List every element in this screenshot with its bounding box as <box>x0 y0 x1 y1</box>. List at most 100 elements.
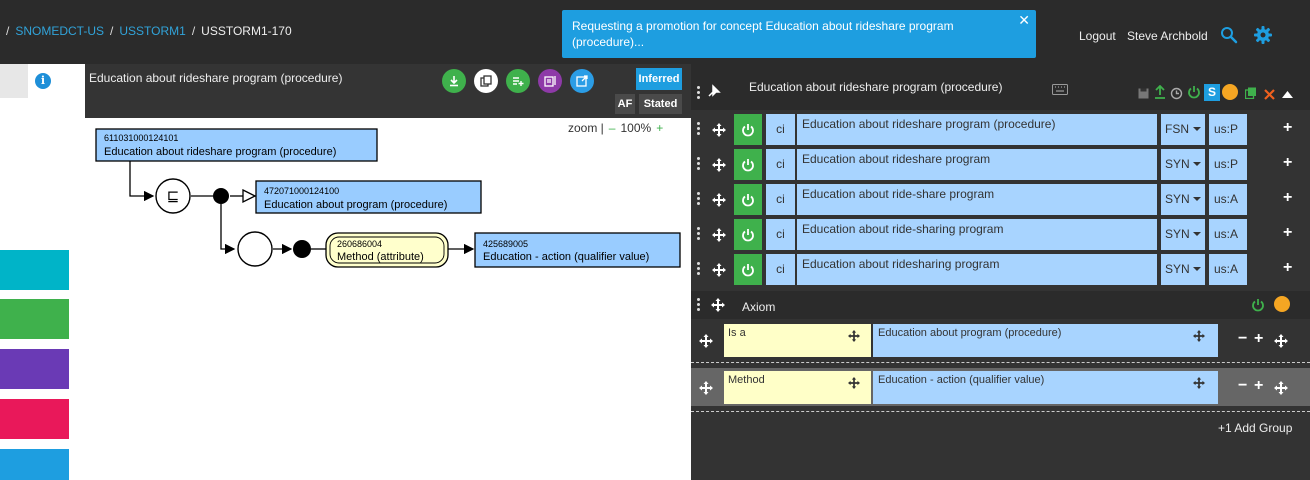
move-icon[interactable] <box>1274 381 1288 395</box>
power-icon[interactable] <box>1187 85 1201 99</box>
active-toggle[interactable] <box>734 114 762 145</box>
relationship-target-field[interactable]: Education - action (qualifier value) <box>873 371 1218 404</box>
gear-icon[interactable] <box>1254 26 1272 44</box>
close-icon[interactable]: ✕ <box>1018 12 1030 28</box>
collapse-icon[interactable] <box>1282 90 1293 98</box>
relationship-type-field[interactable]: Method <box>724 371 871 404</box>
move-icon[interactable] <box>712 123 726 137</box>
inferred-view-button[interactable]: Inferred <box>636 68 682 90</box>
sidebar-swatch-3[interactable] <box>0 349 69 389</box>
move-icon[interactable] <box>1193 377 1205 389</box>
drag-handle-icon[interactable] <box>697 192 701 206</box>
add-description-button[interactable]: + <box>1283 189 1292 207</box>
diagram-node-attribute[interactable]: 260686004 Method (attribute) <box>325 232 449 268</box>
info-icon[interactable]: i <box>35 73 51 89</box>
description-type-select[interactable]: FSN <box>1161 114 1205 145</box>
drag-handle-icon[interactable] <box>697 86 701 100</box>
acceptability-field[interactable]: us:P <box>1209 114 1247 145</box>
drag-handle-icon[interactable] <box>697 298 701 312</box>
description-term-field[interactable]: Education about rideshare program <box>797 149 1157 180</box>
status-dot-icon[interactable] <box>1274 296 1290 312</box>
acceptability-field[interactable]: us:P <box>1209 149 1247 180</box>
close-icon[interactable] <box>1264 89 1275 100</box>
move-icon[interactable] <box>699 381 713 395</box>
relationship-target-field[interactable]: Education about program (procedure) <box>873 324 1218 357</box>
search-icon[interactable] <box>1220 26 1238 44</box>
active-toggle[interactable] <box>734 219 762 250</box>
sidebar-swatch-1[interactable] <box>0 250 69 290</box>
power-icon[interactable] <box>1251 298 1265 312</box>
move-icon[interactable] <box>848 377 860 389</box>
save-icon[interactable] <box>1138 88 1149 99</box>
remove-relationship-button[interactable]: − <box>1238 377 1247 395</box>
copy-icon[interactable] <box>1245 87 1257 99</box>
keyboard-icon[interactable] <box>1052 84 1068 95</box>
drag-handle-icon[interactable] <box>697 227 701 241</box>
description-term-field[interactable]: Education about ride-sharing program <box>797 219 1157 250</box>
breadcrumb-link-codesystem[interactable]: SNOMEDCT-US <box>15 24 104 38</box>
case-significance-field[interactable]: ci <box>766 184 795 215</box>
move-icon[interactable] <box>712 263 726 277</box>
description-type-select[interactable]: SYN <box>1161 219 1205 250</box>
description-type-select[interactable]: SYN <box>1161 184 1205 215</box>
download-button[interactable] <box>442 69 466 93</box>
remove-relationship-button[interactable]: − <box>1238 330 1247 348</box>
description-term-field[interactable]: Education about ride-share program <box>797 184 1157 215</box>
add-group-button[interactable]: +1 Add Group <box>1218 421 1292 435</box>
move-icon[interactable] <box>1193 330 1205 342</box>
diagram-node-parent[interactable]: 472071000124100 Education about program … <box>255 180 482 214</box>
add-to-list-button[interactable] <box>506 69 530 93</box>
pin-icon[interactable] <box>707 84 721 98</box>
add-relationship-button[interactable]: + <box>1254 330 1263 348</box>
move-icon[interactable] <box>699 334 713 348</box>
move-icon[interactable] <box>712 158 726 172</box>
case-significance-field[interactable]: ci <box>766 149 795 180</box>
description-type-select[interactable]: SYN <box>1161 254 1205 285</box>
stated-view-button[interactable]: Stated <box>639 94 682 114</box>
relationship-type-field[interactable]: Is a <box>724 324 871 357</box>
drag-handle-icon[interactable] <box>697 157 701 171</box>
logout-link[interactable]: Logout <box>1079 29 1116 43</box>
user-name[interactable]: Steve Archbold <box>1127 29 1208 43</box>
library-button[interactable] <box>538 69 562 93</box>
add-description-button[interactable]: + <box>1283 119 1292 137</box>
case-significance-field[interactable]: ci <box>766 254 795 285</box>
sidebar-tab[interactable] <box>0 64 28 98</box>
acceptability-field[interactable]: us:A <box>1209 219 1247 250</box>
add-description-button[interactable]: + <box>1283 154 1292 172</box>
s-icon[interactable]: S <box>1204 84 1220 101</box>
promote-icon[interactable] <box>1154 85 1166 99</box>
description-term-field[interactable]: Education about rideshare program (proce… <box>797 114 1157 145</box>
active-toggle[interactable] <box>734 149 762 180</box>
acceptability-field[interactable]: us:A <box>1209 254 1247 285</box>
description-type-select[interactable]: SYN <box>1161 149 1205 180</box>
move-icon[interactable] <box>1274 334 1288 348</box>
move-icon[interactable] <box>848 330 860 342</box>
case-significance-field[interactable]: ci <box>766 219 795 250</box>
active-toggle[interactable] <box>734 254 762 285</box>
diagram-node-concept[interactable]: 611031000124101 Education about rideshar… <box>95 128 378 162</box>
move-icon[interactable] <box>711 298 725 312</box>
add-relationship-button[interactable]: + <box>1254 377 1263 395</box>
drag-handle-icon[interactable] <box>697 262 701 276</box>
history-icon[interactable] <box>1170 87 1183 100</box>
add-description-button[interactable]: + <box>1283 224 1292 242</box>
move-icon[interactable] <box>712 228 726 242</box>
add-description-button[interactable]: + <box>1283 259 1292 277</box>
sidebar-swatch-2[interactable] <box>0 299 69 339</box>
move-icon[interactable] <box>712 193 726 207</box>
sidebar-swatch-4[interactable] <box>0 399 69 439</box>
diagram-node-value[interactable]: 425689005 Education - action (qualifier … <box>474 232 681 268</box>
acceptability-field[interactable]: us:A <box>1209 184 1247 215</box>
active-toggle[interactable] <box>734 184 762 215</box>
breadcrumb-link-project[interactable]: USSTORM1 <box>119 24 185 38</box>
concept-edit-panel: Education about rideshare program (proce… <box>691 64 1310 480</box>
open-external-button[interactable] <box>570 69 594 93</box>
copy-button[interactable] <box>474 69 498 93</box>
case-significance-field[interactable]: ci <box>766 114 795 145</box>
drag-handle-icon[interactable] <box>697 122 701 136</box>
status-dot-icon[interactable] <box>1222 84 1238 100</box>
af-view-button[interactable]: AF <box>615 94 635 114</box>
description-term-field[interactable]: Education about ridesharing program <box>797 254 1157 285</box>
sidebar-swatch-5[interactable] <box>0 449 69 480</box>
